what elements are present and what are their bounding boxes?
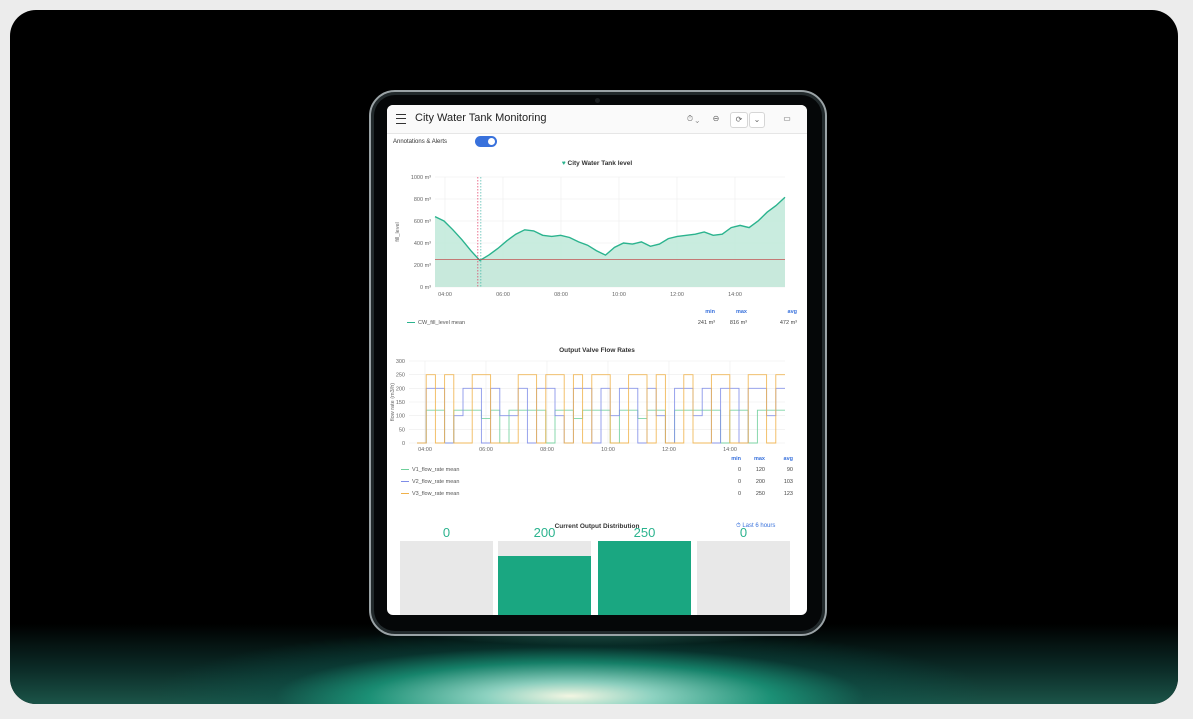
y-tick-label: 200 m³ — [414, 263, 431, 269]
refresh-interval-dropdown[interactable]: ⌄ — [749, 112, 765, 128]
y-tick-label: 150 — [396, 400, 405, 406]
v2-max: 200 — [755, 479, 765, 485]
legend-swatch — [401, 492, 409, 495]
bar-value: 0 — [739, 525, 748, 540]
bar-gauge — [598, 541, 691, 615]
legend-label: V3_flow_rate mean — [412, 491, 460, 497]
y-tick-label: 100 — [396, 414, 405, 420]
legend-label: V1_flow_rate mean — [412, 467, 460, 473]
v3-avg: 123 — [783, 491, 793, 497]
x-tick-label: 04:00 — [418, 447, 432, 453]
stat-avg: 472 m³ — [779, 320, 797, 326]
dashboard-screen: City Water Tank Monitoring ⏱ ⌄ ⊖ ⟳ ⌄ ▭ A… — [387, 105, 807, 615]
level-area — [435, 197, 785, 287]
stat2-header-avg: avg — [783, 456, 793, 462]
y-tick-label: 50 — [399, 427, 405, 433]
y-axis-label: flow rate (m3/h) — [390, 383, 396, 421]
panel2-legend-v1[interactable]: V1_flow_rate mean — [401, 467, 459, 473]
panel1-title-text: City Water Tank level — [567, 160, 633, 167]
y-tick-label: 250 — [396, 373, 405, 379]
x-tick-label: 10:00 — [601, 447, 615, 453]
y-tick-label: 600 m³ — [414, 219, 431, 225]
refresh-button[interactable]: ⟳ — [730, 112, 748, 128]
v3-max: 250 — [755, 491, 765, 497]
stat-header-min: min — [705, 309, 715, 315]
x-tick-label: 08:00 — [554, 292, 568, 298]
bar-fill — [598, 541, 691, 615]
legend-label: V2_flow_rate mean — [412, 479, 460, 485]
stat-max: 816 m³ — [729, 320, 747, 326]
flow-rates-chart[interactable]: 0 50 100 150 200 250 300 04:00 06:00 08:00 10:00 12… — [387, 355, 807, 465]
x-tick-label: 04:00 — [438, 292, 452, 298]
stat-min: 241 m³ — [697, 320, 715, 326]
v1-min: 0 — [737, 467, 741, 473]
bar-value: 200 — [533, 525, 556, 540]
panel2-legend-v2[interactable]: V2_flow_rate mean — [401, 479, 459, 485]
y-tick-label: 300 — [396, 359, 405, 365]
stat-header-avg: avg — [787, 309, 797, 315]
zoom-out-icon[interactable]: ⊖ — [709, 112, 723, 126]
y-tick-label: 1000 m³ — [411, 175, 431, 181]
panel2-legend-v3[interactable]: V3_flow_rate mean — [401, 491, 459, 497]
legend-swatch — [401, 468, 409, 471]
x-tick-label: 06:00 — [496, 292, 510, 298]
time-picker-button[interactable]: ⏱ ⌄ — [681, 112, 705, 126]
bar-gauge — [697, 541, 790, 615]
hamburger-menu-icon[interactable] — [396, 114, 406, 124]
x-tick-label: 10:00 — [612, 292, 626, 298]
bar-gauge — [400, 541, 493, 615]
v2-min: 0 — [737, 479, 741, 485]
x-tick-label: 12:00 — [662, 447, 676, 453]
x-tick-label: 14:00 — [728, 292, 742, 298]
x-tick-label: 08:00 — [540, 447, 554, 453]
panel1-title: ♥ City Water Tank level — [387, 160, 807, 167]
dashboard-title: City Water Tank Monitoring — [415, 112, 547, 124]
stat-header-max: max — [735, 309, 747, 315]
photo-scene: City Water Tank Monitoring ⏱ ⌄ ⊖ ⟳ ⌄ ▭ A… — [10, 10, 1178, 704]
y-tick-label: 800 m³ — [414, 197, 431, 203]
bar-gauge — [498, 541, 591, 615]
tablet-device: City Water Tank Monitoring ⏱ ⌄ ⊖ ⟳ ⌄ ▭ A… — [369, 90, 827, 636]
bar-value: 0 — [442, 525, 451, 540]
panel2-title: Output Valve Flow Rates — [559, 347, 635, 354]
x-tick-label: 12:00 — [670, 292, 684, 298]
y-tick-label: 200 — [396, 386, 405, 392]
annotations-toggle[interactable] — [475, 136, 497, 147]
tv-mode-icon[interactable]: ▭ — [779, 112, 795, 126]
legend-label: CW_fill_level mean — [418, 320, 466, 326]
camera-dot — [595, 98, 600, 103]
y-tick-label: 0 — [402, 441, 405, 447]
stat2-header-max: max — [753, 456, 765, 462]
bar-value: 250 — [633, 525, 656, 540]
y-tick-label: 400 m³ — [414, 241, 431, 247]
legend-swatch — [407, 321, 415, 324]
y-tick-label: 0 m³ — [420, 285, 431, 291]
panel1-legend-item[interactable]: CW_fill_level mean — [407, 320, 465, 326]
legend-swatch — [401, 480, 409, 483]
y-axis-label: fill_level — [395, 222, 401, 242]
x-tick-label: 14:00 — [723, 447, 737, 453]
v3-min: 0 — [737, 491, 741, 497]
tank-level-chart[interactable]: 0 m³ 200 m³ 400 m³ 600 m³ 800 m³ 1000 m³ 04:00… — [387, 169, 807, 309]
bar-fill — [498, 555, 591, 615]
v1-max: 120 — [755, 467, 765, 473]
v2-avg: 103 — [783, 479, 793, 485]
x-tick-label: 06:00 — [479, 447, 493, 453]
annotations-label: Annotations & Alerts — [393, 139, 448, 145]
v1-avg: 90 — [786, 467, 793, 473]
stat2-header-min: min — [731, 456, 741, 462]
top-bar: City Water Tank Monitoring ⏱ ⌄ ⊖ ⟳ ⌄ ▭ — [387, 105, 807, 134]
